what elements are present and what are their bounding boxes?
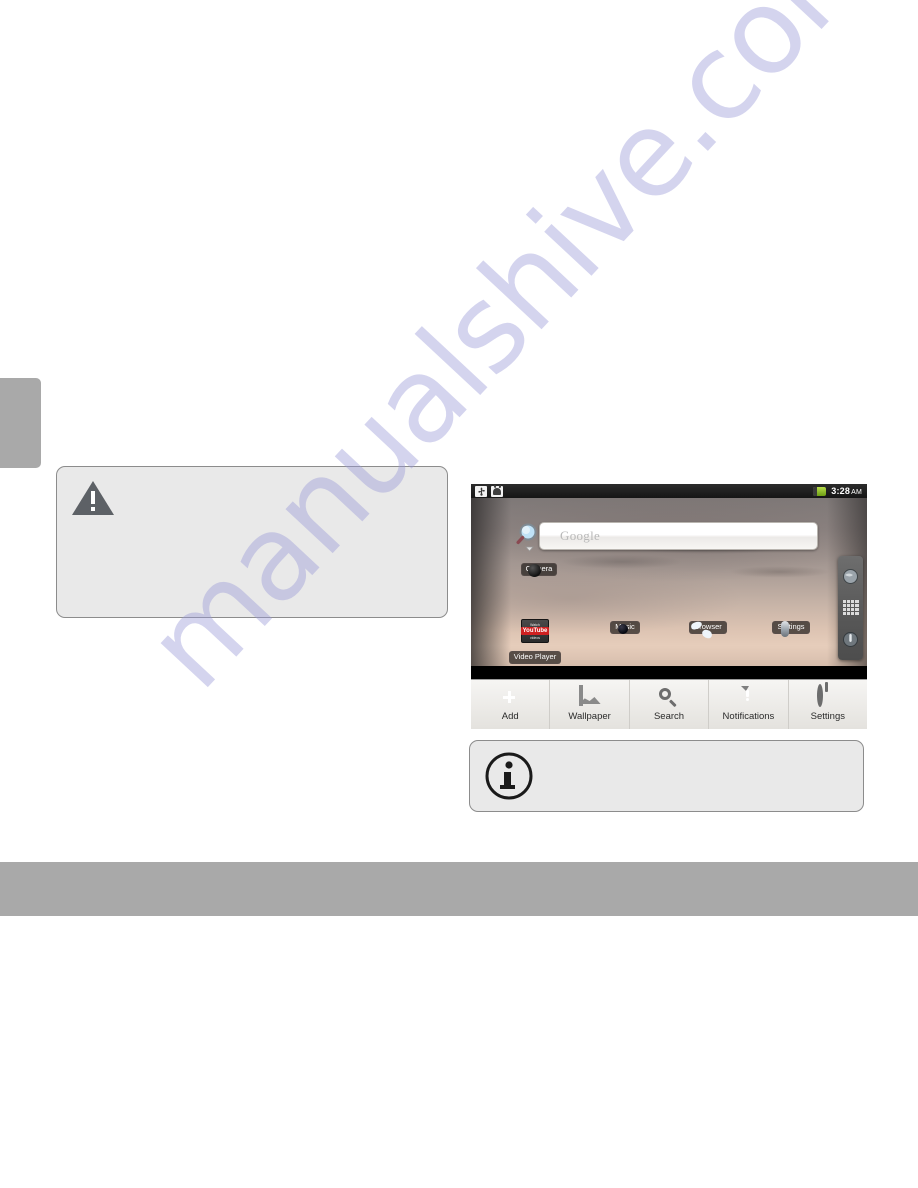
home-icon-video-player-label: Video Player bbox=[508, 651, 562, 664]
battery-icon bbox=[813, 486, 827, 496]
wallpaper-icon bbox=[578, 685, 601, 709]
search-input[interactable]: Google bbox=[539, 522, 818, 550]
device-screenshot: 3:28AM Google Camera bbox=[471, 484, 867, 729]
menu-item-search[interactable]: Search bbox=[630, 680, 710, 729]
page-footer-band bbox=[0, 862, 918, 916]
globe-icon[interactable] bbox=[842, 568, 859, 585]
settings-gear-icon bbox=[816, 684, 839, 709]
search-icon bbox=[658, 687, 680, 709]
notifications-icon bbox=[737, 687, 759, 709]
android-robot-icon bbox=[491, 485, 503, 497]
status-clock: 3:28AM bbox=[831, 486, 862, 496]
home-icon-camera[interactable]: Camera bbox=[509, 558, 569, 576]
menu-item-wallpaper[interactable]: Wallpaper bbox=[550, 680, 630, 729]
home-wallpaper: Google Camera Watch YouTube videos Video… bbox=[471, 498, 867, 666]
menu-item-settings-label: Settings bbox=[810, 711, 845, 722]
search-magnifier-icon[interactable] bbox=[515, 520, 545, 552]
add-icon bbox=[499, 687, 521, 709]
home-icon-video-player[interactable]: Watch YouTube videos Video Player bbox=[505, 616, 565, 664]
options-menu-bar: Add Wallpaper Search Notifications Setti… bbox=[471, 679, 867, 729]
menu-item-notifications[interactable]: Notifications bbox=[709, 680, 789, 729]
menu-item-search-label: Search bbox=[653, 711, 685, 722]
home-icon-music[interactable]: Music bbox=[595, 616, 655, 634]
side-dock bbox=[838, 556, 863, 660]
status-notification-icons bbox=[471, 485, 503, 497]
menu-item-settings[interactable]: Settings bbox=[789, 680, 867, 729]
home-icon-browser[interactable]: Browser bbox=[678, 616, 738, 634]
status-bar: 3:28AM bbox=[471, 484, 867, 498]
usb-icon bbox=[475, 485, 487, 497]
menu-item-wallpaper-label: Wallpaper bbox=[568, 711, 611, 722]
search-placeholder: Google bbox=[560, 528, 601, 543]
menu-item-add-label: Add bbox=[501, 711, 519, 722]
warning-triangle-icon bbox=[72, 481, 114, 515]
warning-callout bbox=[56, 466, 448, 618]
info-callout bbox=[469, 740, 864, 812]
video-player-icon: Watch YouTube videos bbox=[520, 619, 550, 643]
info-callout-text bbox=[536, 751, 851, 803]
home-icon-settings-label: Settings bbox=[772, 621, 810, 634]
google-search-widget[interactable]: Google bbox=[515, 520, 818, 552]
status-right-cluster: 3:28AM bbox=[813, 486, 867, 496]
chapter-tab bbox=[0, 378, 41, 468]
menu-item-add[interactable]: Add bbox=[471, 680, 551, 729]
settings-dial-icon[interactable] bbox=[842, 631, 859, 648]
menu-item-notifications-label: Notifications bbox=[722, 711, 775, 722]
home-icon-settings[interactable]: Settings bbox=[761, 616, 821, 634]
grid-icon[interactable] bbox=[842, 600, 859, 616]
warning-callout-text bbox=[123, 477, 435, 609]
information-circle-icon bbox=[485, 752, 533, 800]
